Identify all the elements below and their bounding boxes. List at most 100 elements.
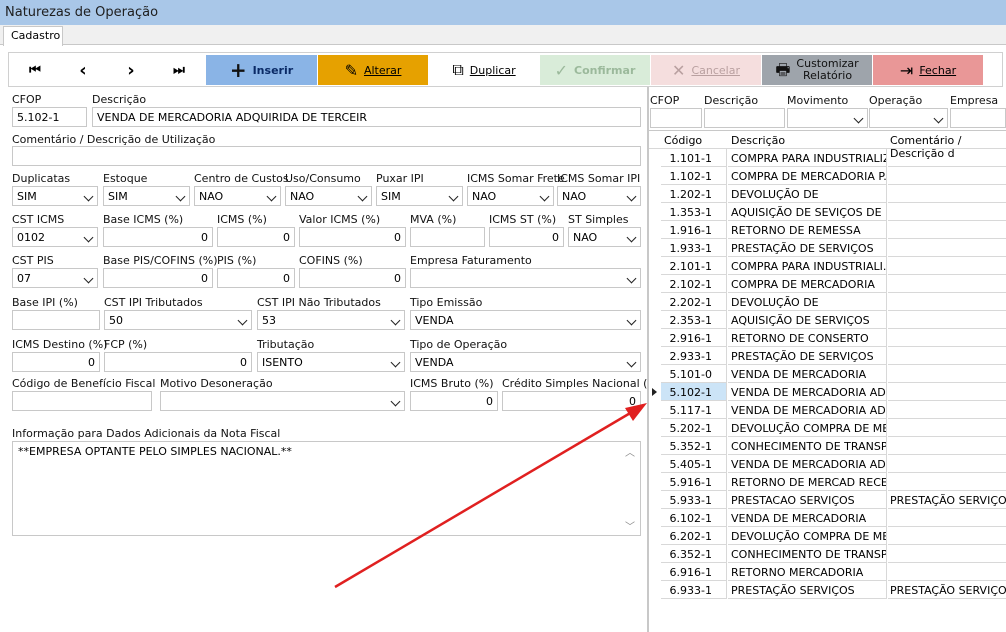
cst-ipi-tributados-select[interactable]: 50 [104, 310, 252, 330]
prev-record-button[interactable]: ‹ [59, 55, 107, 85]
cell-comentario[interactable] [888, 347, 1006, 365]
table-row[interactable]: 5.352-1 CONHECIMENTO DE TRANSP... [649, 437, 1006, 455]
cell-descricao[interactable]: PRESTAÇÃO DE SERVIÇOS [728, 347, 887, 365]
filter-operacao-select[interactable] [869, 108, 948, 128]
cell-descricao[interactable]: PRESTAÇÃO DE SERVIÇOS [728, 239, 887, 257]
cell-codigo[interactable]: 5.101-0 [661, 365, 727, 383]
base-icms-field[interactable]: 0 [103, 227, 213, 247]
cell-comentario[interactable] [888, 545, 1006, 563]
cell-comentario[interactable] [888, 473, 1006, 491]
cell-comentario[interactable] [888, 563, 1006, 581]
tributacao-select[interactable]: ISENTO [257, 352, 405, 372]
cell-codigo[interactable]: 6.933-1 [661, 581, 727, 599]
cell-descricao[interactable]: COMPRA PARA INDUSTRIALIZ... [728, 149, 887, 167]
cancelar-button[interactable]: ✕ Cancelar [651, 55, 761, 85]
cell-codigo[interactable]: 1.353-1 [661, 203, 727, 221]
cell-codigo[interactable]: 5.202-1 [661, 419, 727, 437]
cell-codigo[interactable]: 5.405-1 [661, 455, 727, 473]
empresa-faturamento-select[interactable] [410, 268, 641, 288]
cell-descricao[interactable]: AQUISIÇÃO DE SEVIÇOS DE ... [728, 203, 887, 221]
cell-comentario[interactable] [888, 383, 1006, 401]
table-row[interactable]: 5.102-1 VENDA DE MERCADORIA AD... [649, 383, 1006, 401]
scroll-down-icon[interactable]: ﹀ [625, 518, 635, 533]
icms-bruto-field[interactable]: 0 [410, 391, 498, 411]
cell-codigo[interactable]: 1.202-1 [661, 185, 727, 203]
cell-codigo[interactable]: 5.117-1 [661, 401, 727, 419]
table-row[interactable]: 5.202-1 DEVOLUÇÃO COMPRA DE ME... [649, 419, 1006, 437]
fcp-field[interactable]: 0 [104, 352, 252, 372]
cell-descricao[interactable]: VENDA DE MERCADORIA AD... [728, 455, 887, 473]
cell-codigo[interactable]: 6.102-1 [661, 509, 727, 527]
cell-descricao[interactable]: AQUISIÇÃO DE SERVIÇOS [728, 311, 887, 329]
icms-destino-field[interactable]: 0 [12, 352, 100, 372]
cell-comentario[interactable] [888, 419, 1006, 437]
table-row[interactable]: 6.933-1 PRESTAÇÃO SERVIÇOS PRESTAÇÃO SERVI… [649, 581, 1006, 599]
cell-codigo[interactable]: 2.102-1 [661, 275, 727, 293]
valor-icms-field[interactable]: 0 [299, 227, 406, 247]
icms-somar-ipi-select[interactable]: NAO [557, 186, 641, 206]
customizar-relatorio-button[interactable]: 🖶 Customizar Relatório [762, 55, 872, 85]
cst-ipi-nao-tributados-select[interactable]: 53 [257, 310, 405, 330]
table-row[interactable]: 2.933-1 PRESTAÇÃO DE SERVIÇOS [649, 347, 1006, 365]
table-row[interactable]: 5.916-1 RETORNO DE MERCAD RECE... [649, 473, 1006, 491]
cell-codigo[interactable]: 5.916-1 [661, 473, 727, 491]
cell-codigo[interactable]: 6.202-1 [661, 527, 727, 545]
cell-comentario[interactable] [888, 365, 1006, 383]
table-row[interactable]: 6.352-1 CONHECIMENTO DE TRANSP... [649, 545, 1006, 563]
cell-codigo[interactable]: 5.933-1 [661, 491, 727, 509]
table-row[interactable]: 1.933-1 PRESTAÇÃO DE SERVIÇOS [649, 239, 1006, 257]
cell-comentario[interactable] [888, 437, 1006, 455]
table-row[interactable]: 1.916-1 RETORNO DE REMESSA [649, 221, 1006, 239]
credito-simples-field[interactable]: 0 [502, 391, 641, 411]
table-row[interactable]: 2.101-1 COMPRA PARA INDUSTRIALI... [649, 257, 1006, 275]
descricao-field[interactable]: VENDA DE MERCADORIA ADQUIRIDA DE TERCEIR [92, 107, 641, 127]
pis-field[interactable]: 0 [217, 268, 295, 288]
cell-comentario[interactable] [888, 149, 1006, 167]
table-row[interactable]: 2.102-1 COMPRA DE MERCADORIA [649, 275, 1006, 293]
cell-codigo[interactable]: 5.352-1 [661, 437, 727, 455]
cell-comentario[interactable] [888, 185, 1006, 203]
cell-codigo[interactable]: 1.933-1 [661, 239, 727, 257]
cell-comentario[interactable]: PRESTAÇÃO SERVIÇOS [888, 491, 1006, 509]
cell-descricao[interactable]: VENDA DE MERCADORIA AD... [728, 383, 887, 401]
cell-descricao[interactable]: DEVOLUÇÃO DE [728, 185, 887, 203]
tipo-emissao-select[interactable]: VENDA [410, 310, 641, 330]
table-row[interactable]: 1.202-1 DEVOLUÇÃO DE [649, 185, 1006, 203]
tab-cadastro[interactable]: Cadastro [3, 26, 63, 46]
cell-comentario[interactable] [888, 401, 1006, 419]
filter-movimento-select[interactable] [787, 108, 868, 128]
inserir-button[interactable]: + Inserir [206, 55, 317, 85]
estoque-select[interactable]: SIM [103, 186, 190, 206]
cell-codigo[interactable]: 1.102-1 [661, 167, 727, 185]
cell-codigo[interactable]: 6.916-1 [661, 563, 727, 581]
cell-descricao[interactable]: PRESTACAO SERVIÇOS [728, 491, 887, 509]
cell-comentario[interactable] [888, 509, 1006, 527]
table-row[interactable]: 1.101-1 COMPRA PARA INDUSTRIALIZ... [649, 149, 1006, 167]
table-row[interactable]: 5.101-0 VENDA DE MERCADORIA [649, 365, 1006, 383]
cofins-field[interactable]: 0 [299, 268, 406, 288]
codigo-beneficio-field[interactable] [12, 391, 152, 411]
first-record-button[interactable]: ⏮ [11, 55, 59, 85]
filter-cfop-field[interactable] [650, 108, 702, 128]
cell-comentario[interactable] [888, 455, 1006, 473]
cell-descricao[interactable]: VENDA DE MERCADORIA [728, 509, 887, 527]
cell-comentario[interactable] [888, 257, 1006, 275]
table-row[interactable]: 2.353-1 AQUISIÇÃO DE SERVIÇOS [649, 311, 1006, 329]
cell-descricao[interactable]: RETORNO DE MERCAD RECE... [728, 473, 887, 491]
cell-descricao[interactable]: COMPRA DE MERCADORIA [728, 275, 887, 293]
last-record-button[interactable]: ⏭ [155, 55, 203, 85]
cell-codigo[interactable]: 5.102-1 [661, 383, 727, 401]
filter-empresa-field[interactable] [950, 108, 1006, 128]
table-row[interactable]: 6.102-1 VENDA DE MERCADORIA [649, 509, 1006, 527]
table-row[interactable]: 5.933-1 PRESTACAO SERVIÇOS PRESTAÇÃO SERVI… [649, 491, 1006, 509]
table-row[interactable]: 2.202-1 DEVOLUÇÃO DE [649, 293, 1006, 311]
cell-codigo[interactable]: 1.916-1 [661, 221, 727, 239]
duplicatas-select[interactable]: SIM [12, 186, 98, 206]
cell-comentario[interactable] [888, 311, 1006, 329]
cell-codigo[interactable]: 2.353-1 [661, 311, 727, 329]
cell-descricao[interactable]: DEVOLUÇÃO COMPRA DE ME... [728, 419, 887, 437]
table-row[interactable]: 2.916-1 RETORNO DE CONSERTO [649, 329, 1006, 347]
cell-codigo[interactable]: 6.352-1 [661, 545, 727, 563]
cell-descricao[interactable]: DEVOLUÇÃO COMPRA DE ME... [728, 527, 887, 545]
cell-descricao[interactable]: CONHECIMENTO DE TRANSP... [728, 437, 887, 455]
